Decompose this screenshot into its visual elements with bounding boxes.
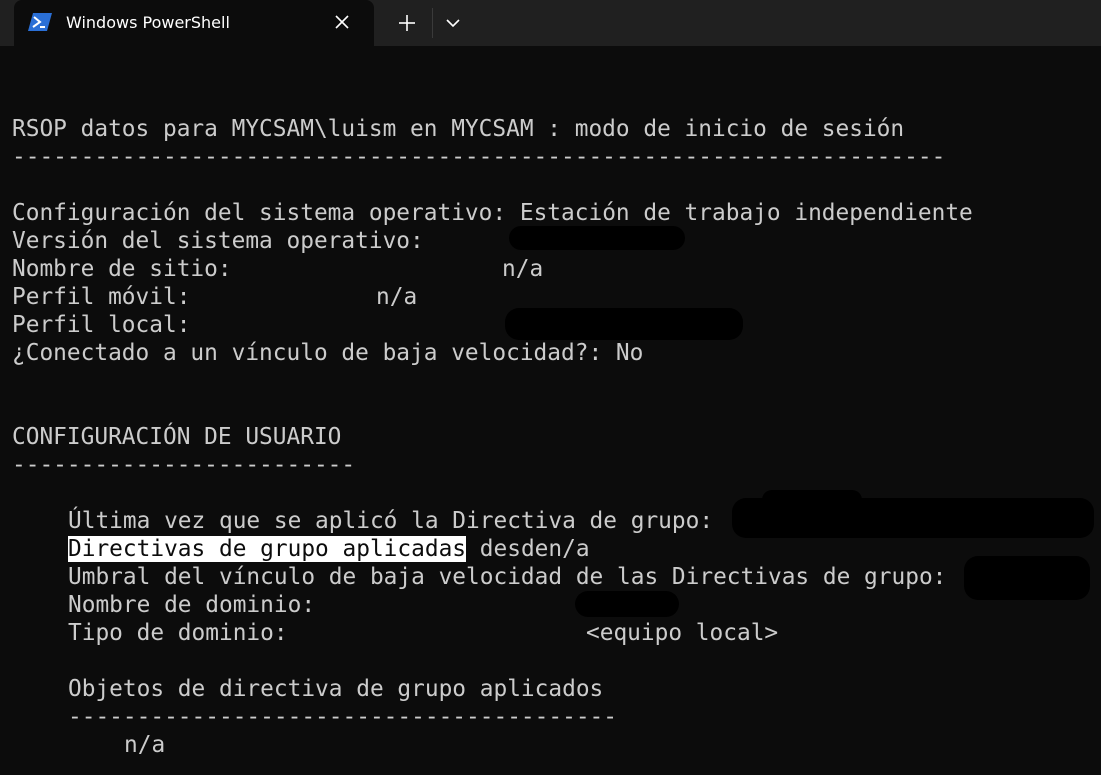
tab-title: Windows PowerShell: [66, 13, 230, 32]
threshold-label: Umbral del vínculo de baja velocidad de …: [68, 564, 947, 590]
title-bar: Windows PowerShell: [0, 0, 1101, 46]
powershell-icon: [28, 13, 52, 31]
slow-link-value: No: [615, 340, 644, 366]
roaming-profile-label: Perfil móvil:: [12, 284, 191, 310]
os-config-row: Configuración del sistema operativo: Est…: [12, 199, 973, 227]
site-name-value: n/a: [502, 256, 544, 282]
tab-powershell[interactable]: Windows PowerShell: [14, 0, 374, 46]
os-config-value: Estación de trabajo independiente: [519, 200, 973, 226]
chevron-down-icon[interactable]: [440, 10, 466, 36]
domain-name-label: Nombre de dominio:: [68, 592, 316, 618]
domain-type-label: Tipo de dominio:: [68, 620, 288, 646]
os-version-row: Versión del sistema operativo:: [12, 227, 424, 255]
os-config-label: Configuración del sistema operativo:: [12, 200, 507, 226]
rsop-header: RSOP datos para MYCSAM\luism en MYCSAM :…: [12, 116, 905, 142]
close-icon[interactable]: [330, 10, 354, 34]
slow-link-row: ¿Conectado a un vínculo de baja velocida…: [12, 339, 643, 367]
site-name-row: Nombre de sitio: n/a: [12, 255, 543, 283]
titlebar-divider: [432, 8, 433, 38]
user-config-title: CONFIGURACIÓN DE USUARIO: [12, 424, 342, 450]
last-applied-label: Última vez que se aplicó la Directiva de…: [68, 508, 714, 534]
roaming-profile-row: Perfil móvil: n/a: [12, 283, 417, 311]
roaming-profile-value: n/a: [376, 284, 418, 310]
redaction-threshold: [964, 556, 1090, 600]
domain-type-row: Tipo de dominio: <equipo local>: [68, 619, 778, 647]
applied-from-row: Directivas de grupo aplicadas desden/a: [68, 535, 590, 563]
header-rule: ----------------------------------------…: [12, 144, 946, 170]
applied-from-value: desden/a: [479, 536, 590, 562]
gpo-value: n/a: [124, 732, 166, 758]
local-profile-label: Perfil local:: [12, 312, 191, 338]
gpo-rule: ----------------------------------------: [68, 704, 617, 730]
threshold-row: Umbral del vínculo de baja velocidad de …: [68, 563, 946, 591]
gpo-title: Objetos de directiva de grupo aplicados: [68, 676, 604, 702]
last-applied-row: Última vez que se aplicó la Directiva de…: [68, 507, 713, 535]
redaction-local-profile: [505, 308, 743, 340]
slow-link-label: ¿Conectado a un vínculo de baja velocida…: [12, 340, 603, 366]
domain-name-row: Nombre de dominio:: [68, 591, 315, 619]
redaction-os-version: [509, 226, 685, 250]
local-profile-row: Perfil local:: [12, 311, 190, 339]
selected-text[interactable]: Directivas de grupo aplicadas: [68, 536, 467, 562]
plus-icon[interactable]: [394, 10, 420, 36]
domain-type-value: <equipo local>: [586, 620, 779, 646]
terminal-output[interactable]: RSOP datos para MYCSAM\luism en MYCSAM :…: [12, 46, 1101, 775]
site-name-label: Nombre de sitio:: [12, 256, 232, 282]
os-version-label: Versión del sistema operativo:: [12, 228, 424, 254]
redaction-last-applied-top: [762, 490, 862, 510]
redaction-domain-name: [575, 591, 679, 617]
user-config-rule: -------------------------: [12, 452, 356, 478]
